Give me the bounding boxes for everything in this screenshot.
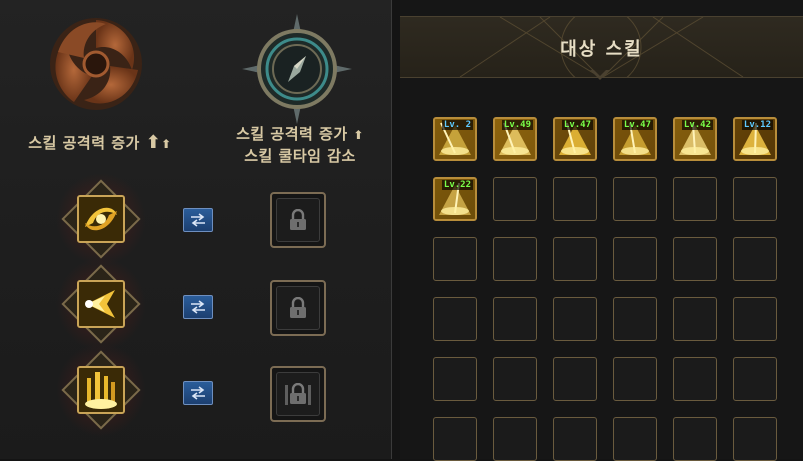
lock-icon bbox=[285, 383, 311, 405]
target-skill-slot[interactable]: Lv.12 bbox=[733, 117, 777, 161]
target-skill-slot[interactable] bbox=[613, 417, 657, 461]
target-skill-slot[interactable] bbox=[433, 357, 477, 401]
target-skill-slot[interactable] bbox=[433, 237, 477, 281]
enhancement-panel: 스킬 공격력 증가 ⬆⬆ 스킬 공격력 증가 ⬆ 스킬 쿨타임 감소 bbox=[0, 0, 392, 459]
target-skill-slot[interactable] bbox=[553, 417, 597, 461]
locked-skill-slot[interactable] bbox=[270, 366, 326, 422]
target-skill-slot[interactable] bbox=[553, 177, 597, 221]
skill-level-badge: Lv. 2 bbox=[441, 120, 473, 130]
skill-eruption-icon bbox=[77, 366, 125, 414]
skill-level-badge: Lv.42 bbox=[681, 120, 713, 130]
attack-increase-title: 스킬 공격력 증가 ⬆⬆ bbox=[10, 133, 190, 154]
target-skill-slot[interactable] bbox=[493, 357, 537, 401]
target-skill-slot[interactable] bbox=[433, 417, 477, 461]
cooldown-title-line2: 스킬 쿨타임 감소 bbox=[212, 146, 388, 166]
target-skills-panel: 대상 스킬 Lv. 2 Lv.49 Lv.47 Lv.47 Lv.42 Lv.12 Lv.2… bbox=[400, 0, 803, 461]
target-skill-slot[interactable] bbox=[493, 297, 537, 341]
target-skill-slot[interactable]: Lv.22 bbox=[433, 177, 477, 221]
target-skill-slot[interactable] bbox=[673, 297, 717, 341]
enhance-row bbox=[0, 343, 392, 437]
skill-level-badge: Lv.22 bbox=[441, 180, 473, 190]
target-skill-slot[interactable] bbox=[673, 237, 717, 281]
target-skill-slot[interactable]: Lv.47 bbox=[553, 117, 597, 161]
target-skill-slot[interactable] bbox=[673, 417, 717, 461]
target-skill-slot[interactable] bbox=[613, 177, 657, 221]
locked-slot-inner bbox=[276, 286, 320, 330]
target-skill-slot[interactable]: Lv.42 bbox=[673, 117, 717, 161]
attack-increase-label: 스킬 공격력 증가 bbox=[28, 134, 140, 152]
target-skill-slot[interactable] bbox=[553, 357, 597, 401]
arrow-up-icon: ⬆ bbox=[353, 128, 364, 142]
skill-level-badge: Lv.47 bbox=[621, 120, 653, 130]
target-skill-slot[interactable] bbox=[613, 357, 657, 401]
target-skill-slot[interactable] bbox=[433, 297, 477, 341]
skill-level-badge: Lv.12 bbox=[741, 120, 773, 130]
arrow-up-small-icon: ⬆ bbox=[161, 137, 172, 151]
target-skill-slot[interactable]: Lv.49 bbox=[493, 117, 537, 161]
lock-icon bbox=[290, 297, 306, 318]
skill-level-badge: Lv.49 bbox=[501, 120, 533, 130]
target-skill-slot[interactable] bbox=[553, 297, 597, 341]
target-skill-slot[interactable] bbox=[613, 297, 657, 341]
equipped-skill-slot[interactable] bbox=[56, 257, 146, 351]
target-skill-slot[interactable] bbox=[493, 177, 537, 221]
cooldown-reduce-label: 스킬 쿨타임 감소 bbox=[244, 147, 356, 165]
enhance-row bbox=[0, 257, 392, 351]
cooldown-attack-label: 스킬 공격력 증가 bbox=[236, 125, 348, 143]
swap-button[interactable] bbox=[183, 295, 213, 319]
lock-icon bbox=[290, 209, 306, 230]
target-skill-slot[interactable] bbox=[493, 237, 537, 281]
swap-button[interactable] bbox=[183, 381, 213, 405]
arrow-up-icon: ⬆ bbox=[145, 132, 162, 153]
target-skill-slot[interactable] bbox=[733, 177, 777, 221]
equipped-skill-slot[interactable] bbox=[56, 343, 146, 437]
target-skills-title: 대상 스킬 bbox=[560, 39, 643, 60]
enhance-row bbox=[0, 172, 392, 266]
locked-skill-slot[interactable] bbox=[270, 280, 326, 336]
swap-arrows-icon bbox=[191, 386, 205, 400]
skill-vortex-icon bbox=[77, 195, 125, 243]
target-skill-slot[interactable] bbox=[733, 297, 777, 341]
skill-burst-icon bbox=[77, 280, 125, 328]
target-skill-slot[interactable]: Lv. 2 bbox=[433, 117, 477, 161]
target-skill-slot[interactable] bbox=[733, 237, 777, 281]
header-notch-ornament bbox=[590, 70, 610, 80]
swap-button[interactable] bbox=[183, 208, 213, 232]
target-skill-slot[interactable] bbox=[733, 357, 777, 401]
equipped-skill-slot[interactable] bbox=[56, 172, 146, 266]
swap-arrows-icon bbox=[191, 213, 205, 227]
cooldown-title-line1: 스킬 공격력 증가 ⬆ bbox=[212, 124, 388, 145]
swap-arrows-icon bbox=[191, 300, 205, 314]
target-skill-slot[interactable] bbox=[493, 417, 537, 461]
compass-emblem-icon bbox=[242, 14, 352, 124]
skill-level-badge: Lv.47 bbox=[561, 120, 593, 130]
attack-emblem-icon bbox=[50, 18, 142, 110]
target-skill-slot[interactable] bbox=[613, 237, 657, 281]
target-skill-slot[interactable]: Lv.47 bbox=[613, 117, 657, 161]
target-skill-slot[interactable] bbox=[733, 417, 777, 461]
locked-skill-slot[interactable] bbox=[270, 192, 326, 248]
target-skill-slot[interactable] bbox=[673, 357, 717, 401]
locked-slot-inner bbox=[276, 198, 320, 242]
target-skill-slot[interactable] bbox=[553, 237, 597, 281]
target-skill-slot[interactable] bbox=[673, 177, 717, 221]
locked-slot-inner bbox=[276, 372, 320, 416]
target-skills-header: 대상 스킬 bbox=[400, 16, 803, 78]
